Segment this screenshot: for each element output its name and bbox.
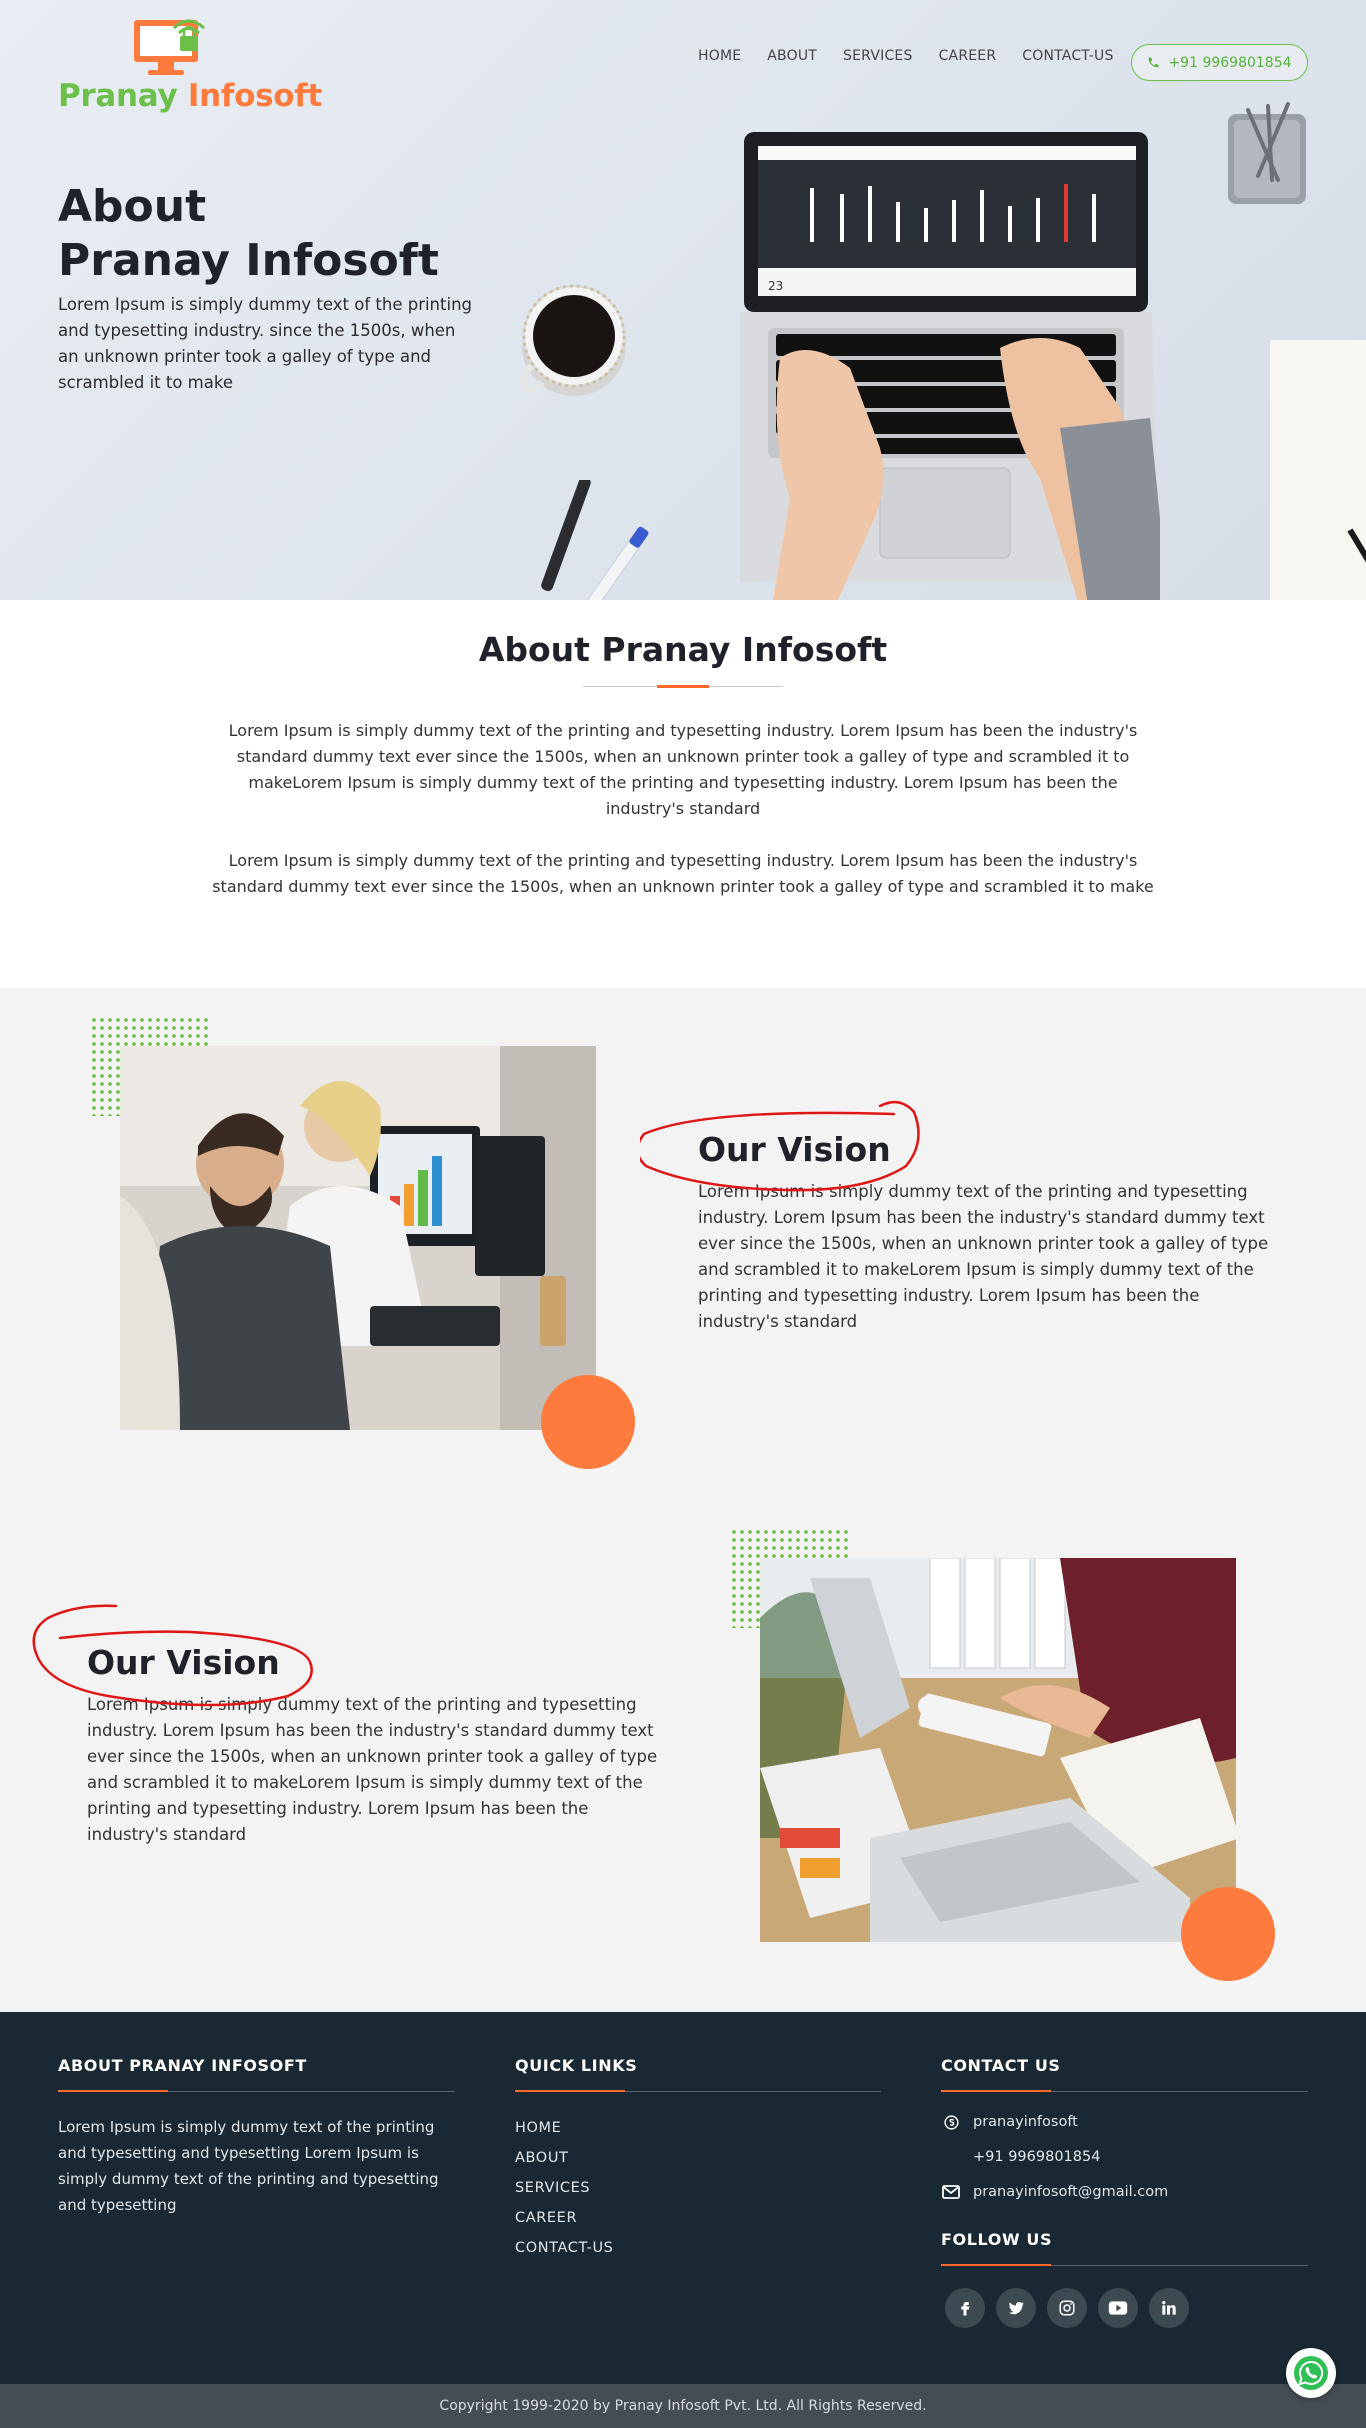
laptop-image: 23	[740, 132, 1160, 600]
contact-phone-text: +91 9969801854	[973, 2149, 1101, 2165]
footer-link-home[interactable]: HOME	[515, 2120, 881, 2136]
vision-section: Our Vision Lorem Ipsum is simply dummy t…	[0, 988, 1366, 2012]
about-title: About Pranay Infosoft	[478, 630, 888, 669]
footer-divider	[941, 2264, 1308, 2266]
about-paragraph-2: Lorem Ipsum is simply dummy text of the …	[212, 851, 1154, 896]
footer-link-career[interactable]: CAREER	[515, 2210, 881, 2226]
footer-contact-heading: CONTACT US	[941, 2056, 1061, 2075]
brand-name: Pranay Infosoft	[58, 78, 322, 114]
monitor-lock-logo-icon	[134, 19, 205, 75]
contact-email[interactable]: pranayinfosoft@gmail.com	[941, 2182, 1308, 2202]
nav-home[interactable]: HOME	[698, 48, 741, 64]
hero-title-line2: Pranay Infosoft	[58, 235, 439, 286]
footer-divider	[941, 2090, 1308, 2092]
footer-divider	[515, 2090, 881, 2092]
coffee-cup-image	[519, 284, 626, 396]
vision-text-2: Lorem Ipsum is simply dummy text of the …	[87, 1695, 658, 1844]
vision-title-2: Our Vision	[87, 1643, 280, 1682]
phone-button-label: +91 9969801854	[1168, 54, 1292, 71]
pens-image	[541, 480, 649, 600]
hero-text: Lorem Ipsum is simply dummy text of the …	[58, 295, 472, 392]
hero-section: Pranay Infosoft HOME ABOUT SERVICES CARE…	[0, 0, 1366, 600]
footer-about-heading: ABOUT PRANAY INFOSOFT	[58, 2056, 307, 2075]
copyright-bar: Copyright 1999-2020 by Pranay Infosoft P…	[0, 2384, 1366, 2428]
footer-links-column: QUICK LINKS HOME ABOUT SERVICES CAREER C…	[515, 2056, 881, 2270]
notepad-image	[1270, 340, 1366, 600]
footer-about-text: Lorem Ipsum is simply dummy text of the …	[58, 2118, 439, 2214]
copyright-text: Copyright 1999-2020 by Pranay Infosoft P…	[439, 2398, 927, 2414]
logo[interactable]: Pranay Infosoft	[58, 12, 322, 116]
instagram-icon[interactable]	[1047, 2288, 1087, 2328]
nav-career[interactable]: CAREER	[939, 48, 997, 64]
footer-link-contact-us[interactable]: CONTACT-US	[515, 2240, 881, 2256]
contact-email-text: pranayinfosoft@gmail.com	[973, 2184, 1169, 2200]
footer: ABOUT PRANAY INFOSOFT Lorem Ipsum is sim…	[0, 2012, 1366, 2384]
vision-title-1: Our Vision	[698, 1130, 891, 1169]
hero-title-line1: About	[58, 181, 207, 232]
footer-about-column: ABOUT PRANAY INFOSOFT Lorem Ipsum is sim…	[58, 2056, 455, 2218]
footer-follow-heading: FOLLOW US	[941, 2230, 1053, 2249]
team-meeting-photo	[120, 1046, 596, 1430]
contact-list: pranayinfosoft +91 9969801854 pranayinfo…	[941, 2112, 1308, 2202]
vision-text-1: Lorem Ipsum is simply dummy text of the …	[698, 1182, 1269, 1331]
nav-services[interactable]: SERVICES	[843, 48, 913, 64]
footer-link-services[interactable]: SERVICES	[515, 2180, 881, 2196]
pencil-holder-image	[1228, 102, 1306, 204]
main-nav: HOME ABOUT SERVICES CAREER CONTACT-US	[698, 48, 1140, 64]
phone-button[interactable]: +91 9969801854	[1131, 44, 1308, 81]
about-paragraph-1: Lorem Ipsum is simply dummy text of the …	[228, 721, 1138, 818]
brand-name-part1: Pranay	[58, 78, 178, 114]
footer-links-heading: QUICK LINKS	[515, 2056, 638, 2075]
twitter-icon[interactable]	[996, 2288, 1036, 2328]
nav-about[interactable]: ABOUT	[767, 48, 817, 64]
skype-icon	[941, 2114, 961, 2131]
title-divider-accent	[657, 685, 709, 688]
footer-contact-column: CONTACT US pranayinfosoft +91 9969801854…	[941, 2056, 1308, 2328]
contact-skype-text: pranayinfosoft	[973, 2114, 1078, 2130]
linkedin-icon[interactable]	[1149, 2288, 1189, 2328]
envelope-icon	[941, 2185, 961, 2199]
youtube-icon[interactable]	[1098, 2288, 1138, 2328]
contact-phone[interactable]: +91 9969801854	[941, 2147, 1308, 2167]
contact-skype[interactable]: pranayinfosoft	[941, 2112, 1308, 2132]
whatsapp-chat-button[interactable]	[1286, 2348, 1336, 2398]
hero-title: About Pranay Infosoft	[58, 180, 439, 288]
social-icons	[941, 2288, 1308, 2328]
quick-links-list: HOME ABOUT SERVICES CAREER CONTACT-US	[515, 2120, 881, 2256]
phone-icon	[1149, 57, 1159, 68]
decorative-circle	[541, 1375, 635, 1469]
follow-us: FOLLOW US	[941, 2230, 1308, 2328]
footer-divider	[58, 2090, 455, 2092]
whatsapp-icon	[1294, 2356, 1328, 2390]
svg-text:23: 23	[768, 279, 783, 293]
footer-link-about[interactable]: ABOUT	[515, 2150, 881, 2166]
nav-contact-us[interactable]: CONTACT-US	[1022, 48, 1113, 64]
office-desk-photo	[760, 1558, 1236, 1942]
brand-name-part2: Infosoft	[187, 78, 322, 114]
decorative-circle	[1181, 1887, 1275, 1981]
about-section: About Pranay Infosoft Lorem Ipsum is sim…	[0, 600, 1366, 988]
facebook-icon[interactable]	[945, 2288, 985, 2328]
